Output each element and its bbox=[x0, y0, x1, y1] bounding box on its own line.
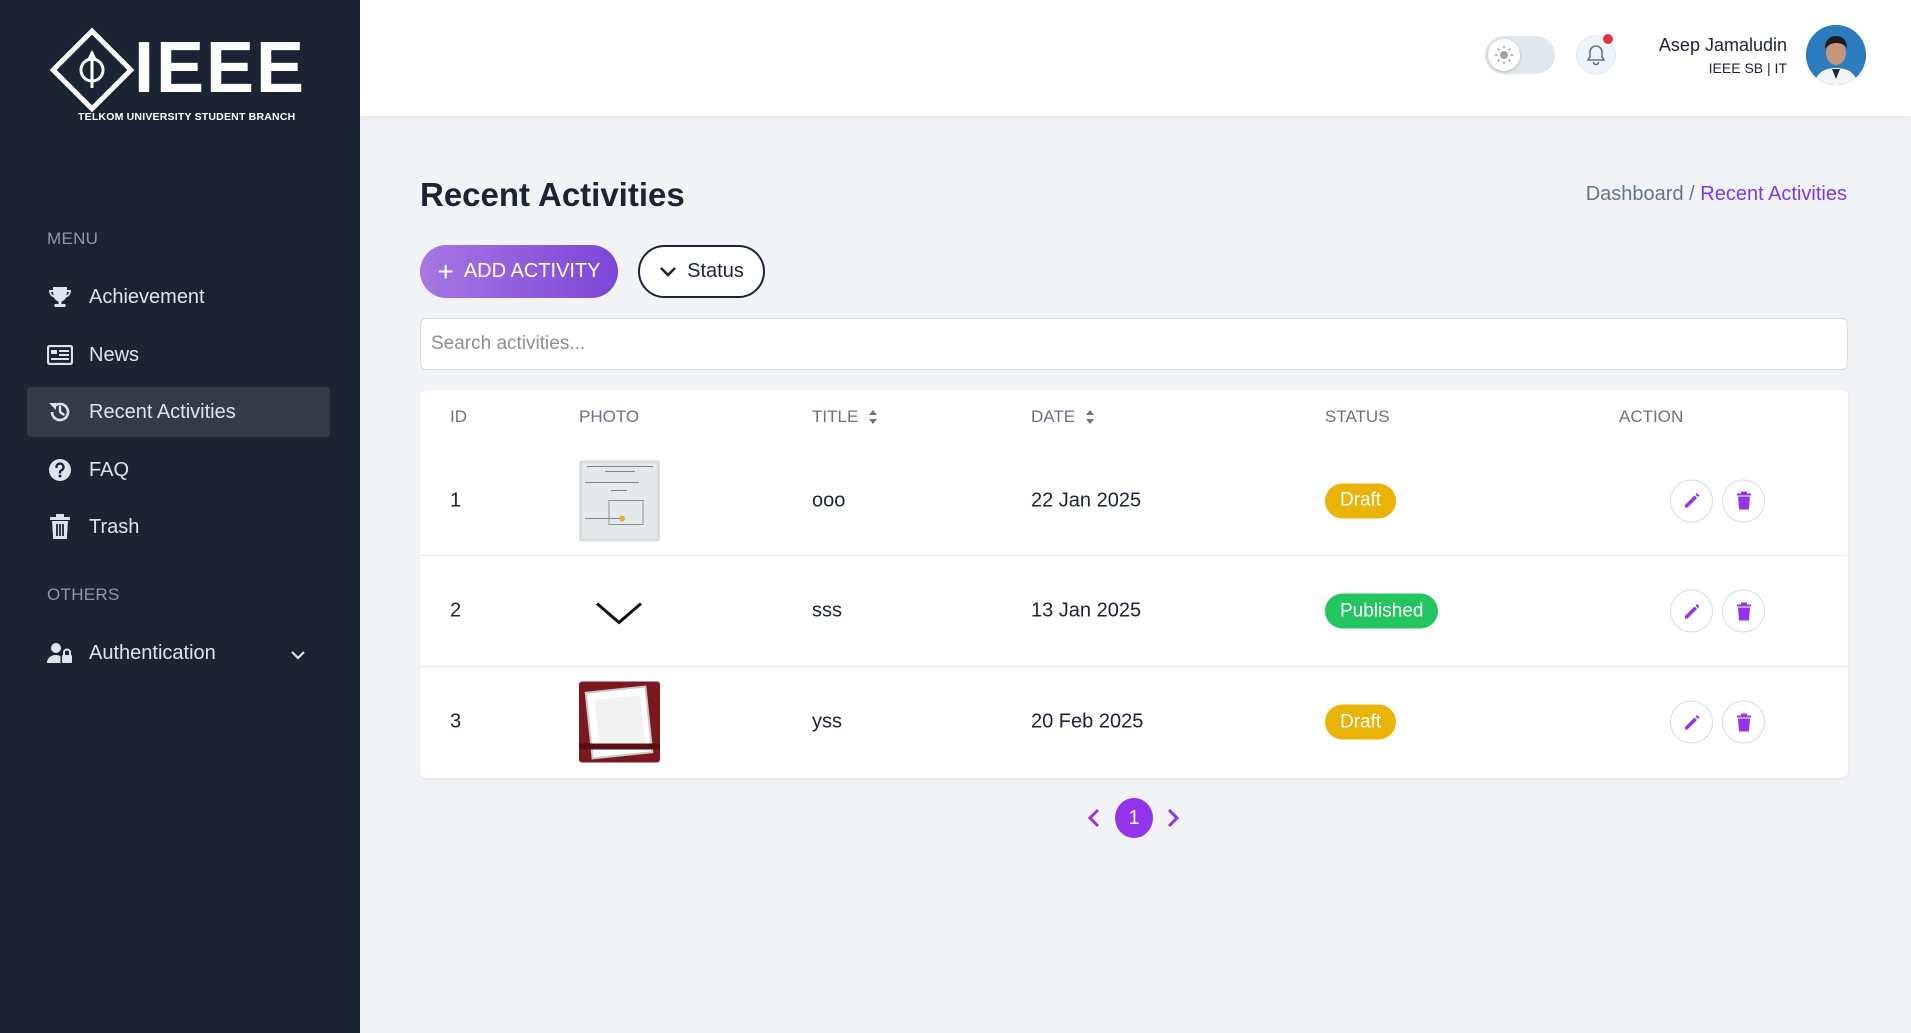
delete-button[interactable] bbox=[1722, 589, 1765, 633]
row-date: 13 Jan 2025 bbox=[1031, 599, 1142, 622]
row-date: 20 Feb 2025 bbox=[1031, 710, 1144, 733]
plus-icon: + bbox=[437, 255, 454, 287]
page-number-current[interactable]: 1 bbox=[1115, 798, 1153, 838]
trash-icon bbox=[1736, 602, 1751, 620]
breadcrumb: Dashboard / Recent Activities bbox=[1586, 183, 1847, 206]
sidebar: IEEE TELKOM UNIVERSITY STUDENT BRANCH ME… bbox=[0, 0, 360, 1033]
page-title: Recent Activities bbox=[420, 176, 685, 213]
sidebar-item-news[interactable]: News bbox=[27, 330, 330, 380]
row-id: 2 bbox=[450, 599, 462, 622]
table-row: 2 sss 13 Jan 2025 Published bbox=[420, 555, 1848, 666]
sidebar-item-trash[interactable]: Trash bbox=[27, 502, 330, 552]
pencil-icon bbox=[1684, 493, 1699, 508]
edit-button[interactable] bbox=[1670, 479, 1713, 522]
menu-group-label: MENU bbox=[47, 229, 99, 248]
ieee-emblem-icon bbox=[79, 50, 105, 88]
user-photo-icon bbox=[1806, 25, 1866, 85]
document-thumbnail-icon bbox=[579, 460, 660, 541]
status-badge: Published bbox=[1325, 593, 1439, 629]
row-title: ooo bbox=[812, 489, 846, 511]
sidebar-item-label: Trash bbox=[89, 515, 140, 538]
question-circle-icon bbox=[47, 457, 73, 483]
user-lock-icon bbox=[47, 640, 73, 666]
breadcrumb-current: Recent Activities bbox=[1700, 183, 1847, 205]
add-activity-button[interactable]: + ADD ACTIVITY bbox=[420, 245, 618, 298]
delete-button[interactable] bbox=[1722, 479, 1765, 522]
dark-mode-toggle[interactable] bbox=[1485, 36, 1555, 74]
trophy-icon bbox=[47, 284, 73, 310]
history-icon bbox=[47, 399, 73, 425]
delete-button[interactable] bbox=[1722, 700, 1765, 744]
row-title: yss bbox=[812, 710, 842, 733]
breadcrumb-dashboard[interactable]: Dashboard / bbox=[1586, 183, 1695, 205]
sidebar-item-faq[interactable]: FAQ bbox=[27, 445, 330, 495]
trash-icon bbox=[1736, 713, 1751, 731]
sidebar-item-label: News bbox=[89, 343, 140, 366]
sidebar-item-label: FAQ bbox=[89, 458, 130, 481]
user-role: IEEE SB | IT bbox=[1708, 60, 1787, 76]
user-name[interactable]: Asep Jamaludin bbox=[1659, 35, 1787, 56]
sort-icon bbox=[869, 410, 878, 424]
chevron-left-icon[interactable] bbox=[1087, 808, 1101, 828]
trash-icon bbox=[47, 514, 73, 540]
sort-icon bbox=[1086, 410, 1095, 424]
chevron-down-image-icon bbox=[579, 570, 660, 652]
logo-text: IEEE bbox=[134, 28, 307, 108]
status-badge: Draft bbox=[1325, 704, 1397, 740]
table-row: 3 yss 20 Feb 2025 Draft bbox=[420, 666, 1848, 777]
activities-table: ID PHOTO TITLE DATE STATUS ACTION 1 ooo … bbox=[420, 390, 1848, 778]
edit-button[interactable] bbox=[1670, 700, 1713, 744]
row-id: 1 bbox=[450, 489, 462, 511]
status-filter-label: Status bbox=[687, 260, 744, 282]
chevron-right-icon[interactable] bbox=[1166, 808, 1180, 828]
column-header-status: STATUS bbox=[1325, 407, 1390, 426]
sidebar-item-achievement[interactable]: Achievement bbox=[27, 272, 330, 322]
chevron-down-icon bbox=[660, 266, 677, 277]
column-header-action: ACTION bbox=[1619, 407, 1684, 426]
table-row: 1 ooo 22 Jan 2025 Draft bbox=[420, 445, 1848, 556]
trash-icon bbox=[1736, 491, 1751, 510]
notification-button[interactable] bbox=[1576, 34, 1616, 75]
avatar[interactable] bbox=[1806, 25, 1866, 85]
column-header-id: ID bbox=[450, 407, 467, 426]
pencil-icon bbox=[1684, 603, 1699, 618]
status-filter-button[interactable]: Status bbox=[638, 245, 765, 298]
activity-photo[interactable] bbox=[579, 681, 660, 763]
sidebar-item-label: Achievement bbox=[89, 285, 205, 308]
pagination: 1 bbox=[1082, 798, 1182, 838]
column-header-date-label: DATE bbox=[1031, 407, 1076, 426]
others-group-label: OTHERS bbox=[47, 585, 120, 604]
photo-frame-thumbnail-icon bbox=[579, 681, 660, 763]
column-header-date[interactable]: DATE bbox=[1031, 407, 1095, 427]
add-activity-label: ADD ACTIVITY bbox=[463, 260, 601, 282]
sidebar-item-label: Recent Activities bbox=[89, 400, 236, 423]
search-input[interactable] bbox=[420, 318, 1848, 370]
row-date: 22 Jan 2025 bbox=[1031, 489, 1142, 511]
row-id: 3 bbox=[450, 710, 462, 733]
column-header-title-label: TITLE bbox=[812, 407, 859, 426]
chevron-down-icon[interactable] bbox=[290, 643, 306, 666]
logo-subtitle: TELKOM UNIVERSITY STUDENT BRANCH bbox=[78, 111, 296, 123]
newspaper-icon bbox=[47, 342, 73, 368]
row-title: sss bbox=[812, 599, 842, 622]
top-header: Asep Jamaludin IEEE SB | IT bbox=[360, 0, 1911, 116]
column-header-photo: PHOTO bbox=[579, 407, 640, 426]
sidebar-item-authentication[interactable]: Authentication bbox=[27, 628, 330, 678]
sidebar-item-label: Authentication bbox=[89, 641, 216, 664]
notification-dot bbox=[1603, 34, 1613, 44]
sidebar-item-recent-activities[interactable]: Recent Activities bbox=[27, 387, 330, 437]
pencil-icon bbox=[1684, 714, 1699, 729]
activity-photo[interactable] bbox=[579, 570, 660, 652]
column-header-title[interactable]: TITLE bbox=[812, 407, 878, 427]
activity-photo[interactable] bbox=[579, 460, 660, 541]
edit-button[interactable] bbox=[1670, 589, 1713, 633]
sun-icon bbox=[1488, 39, 1520, 71]
status-badge: Draft bbox=[1325, 483, 1397, 518]
bell-icon bbox=[1586, 45, 1606, 66]
ieee-logo[interactable]: IEEE TELKOM UNIVERSITY STUDENT BRANCH bbox=[49, 27, 304, 126]
